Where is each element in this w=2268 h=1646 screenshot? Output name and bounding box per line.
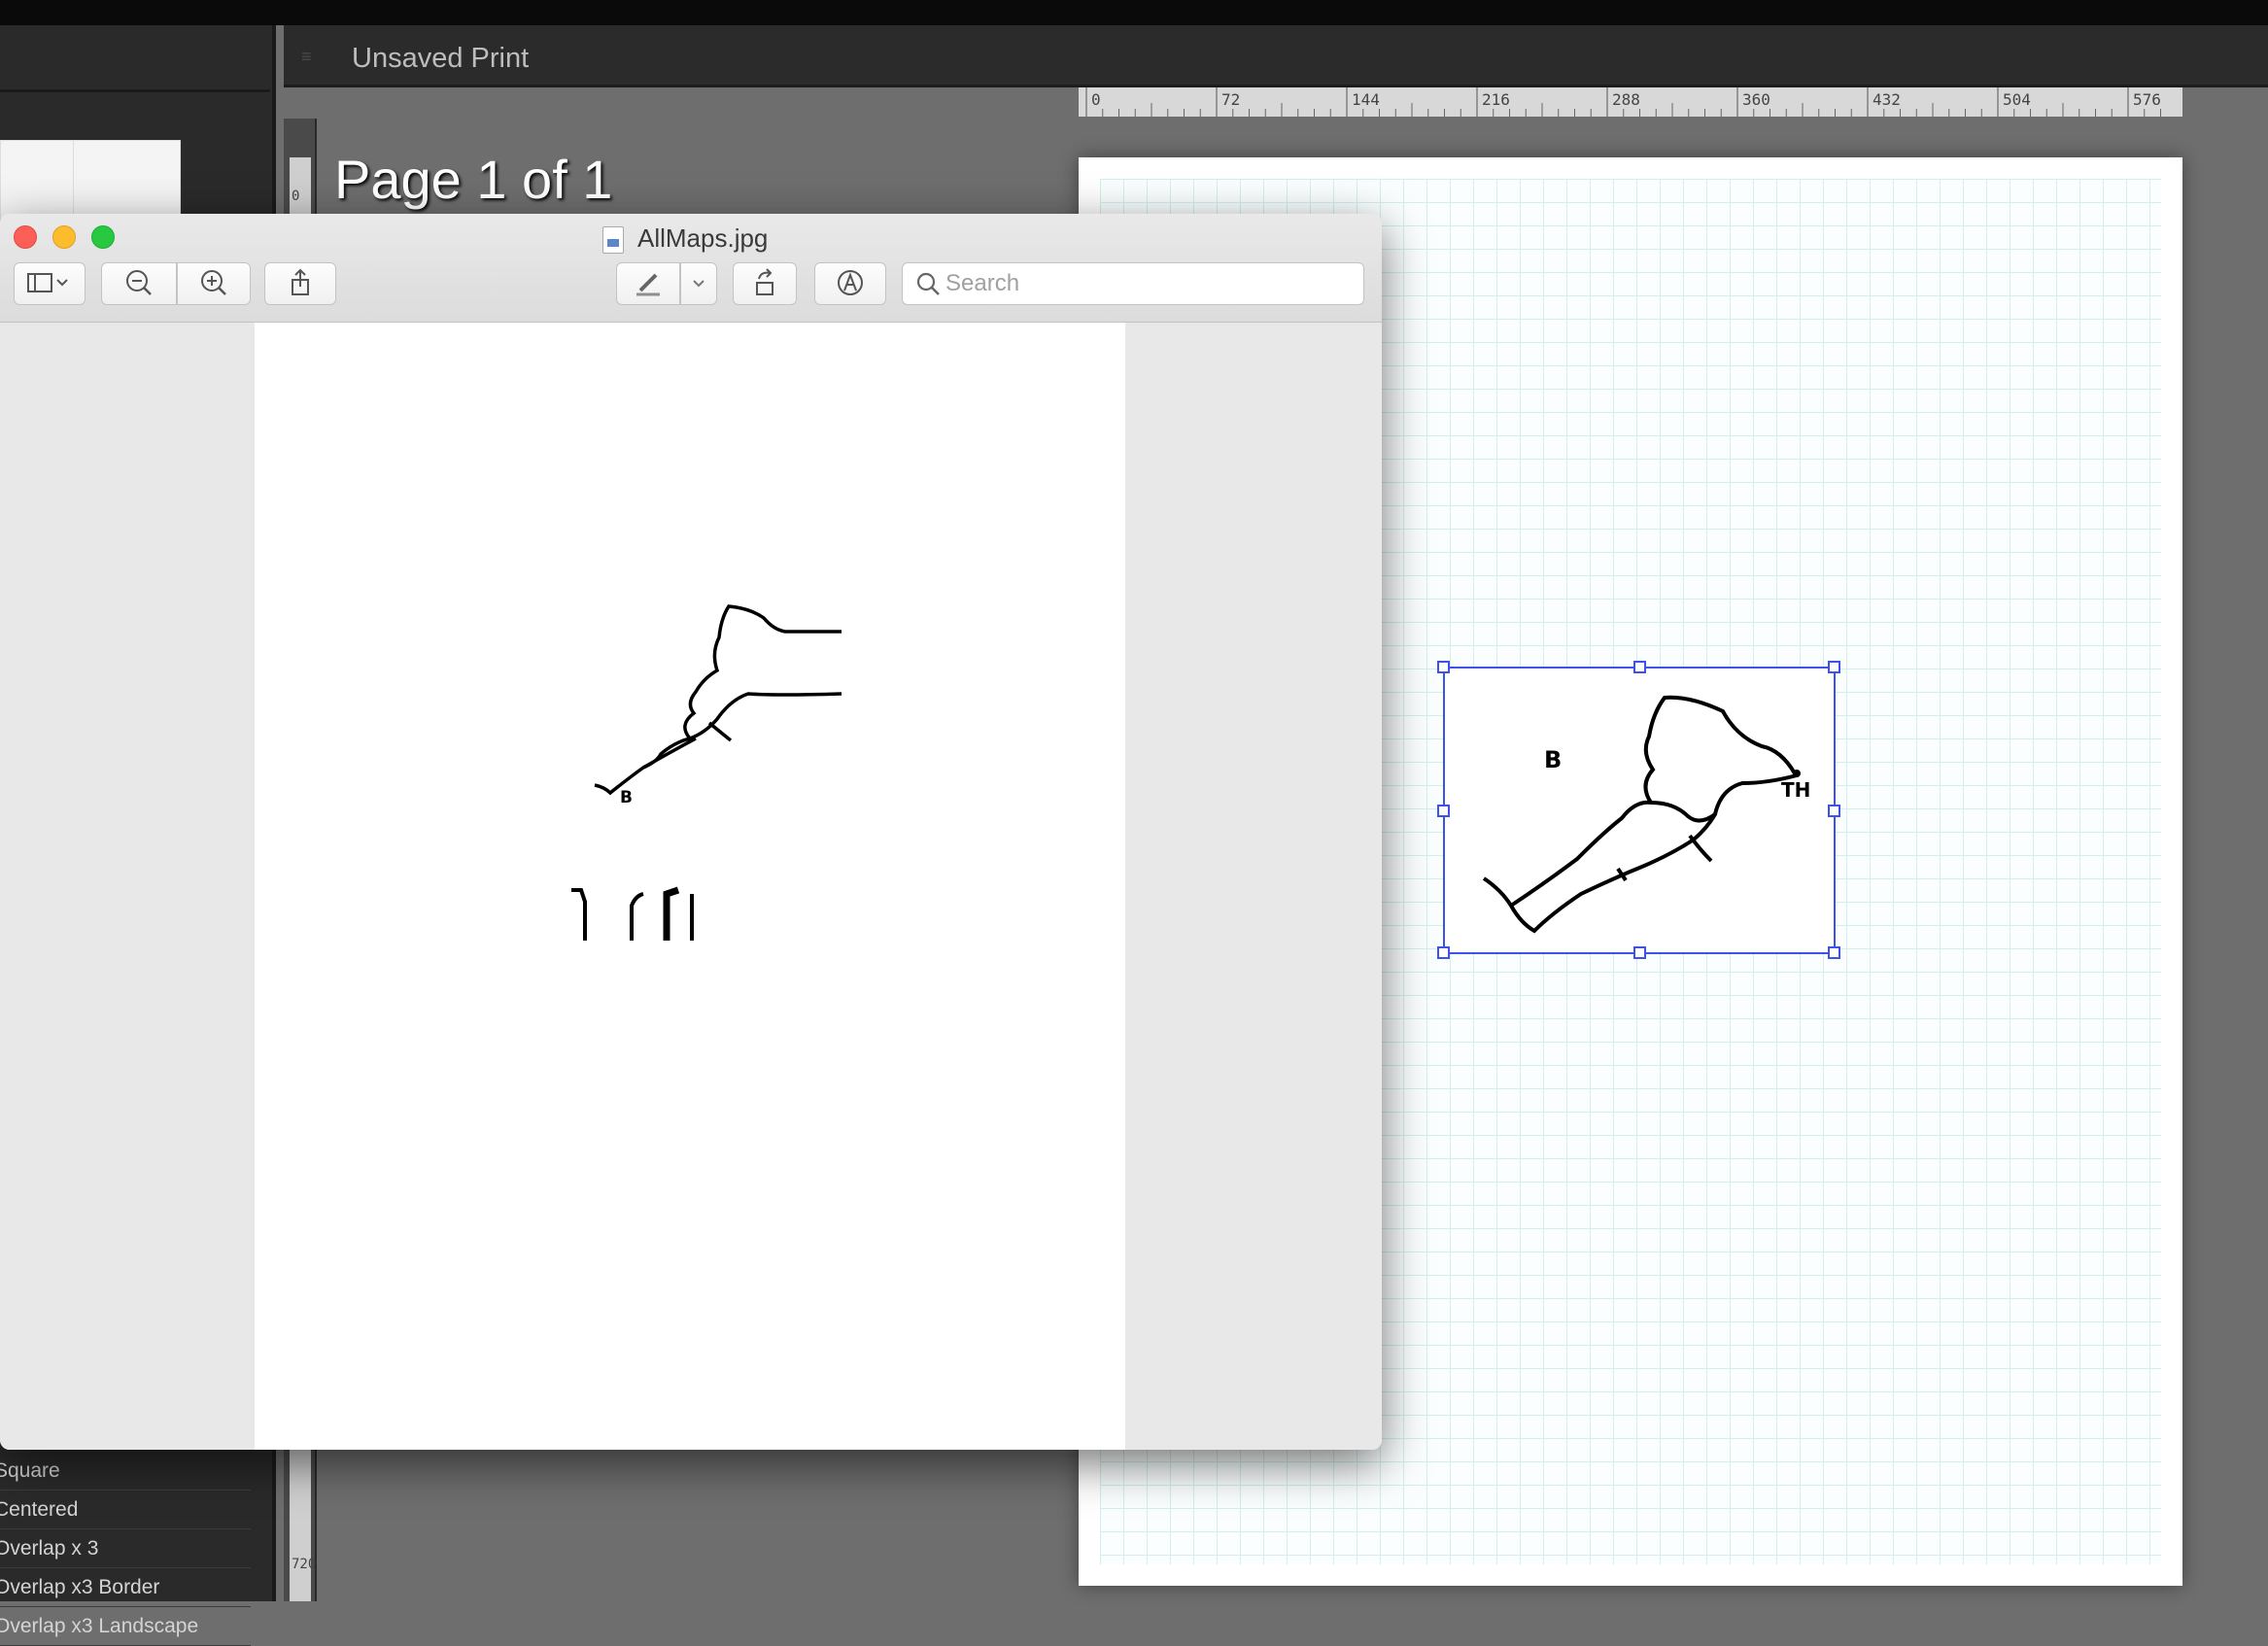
ruler-label: 432 (1873, 90, 1901, 109)
zoom-out-button[interactable] (101, 262, 177, 305)
map-label-th: TH (1781, 778, 1810, 802)
trail-map-image: B TH (1482, 695, 1810, 934)
map-trail (571, 888, 587, 941)
sidebar-icon (27, 273, 68, 292)
panel-grip-icon[interactable]: ≡ (301, 47, 321, 66)
resize-handle[interactable] (1828, 805, 1840, 817)
ruler-label: 144 (1352, 90, 1380, 109)
map-trail (594, 692, 842, 796)
map-trail (1688, 834, 1713, 863)
page-count-label: Page 1 of 1 (334, 149, 613, 210)
preview-document-area: B (0, 323, 1382, 1450)
ruler-label: 576 (2133, 90, 2161, 109)
preview-app-window[interactable]: AllMaps.jpg Search B (0, 214, 1382, 1450)
highlight-menu-button[interactable] (680, 262, 717, 305)
rotate-icon (756, 268, 773, 295)
resize-handle[interactable] (1633, 661, 1646, 673)
map-trail (683, 604, 842, 740)
panel-divider (0, 89, 270, 92)
map-trail (1643, 695, 1797, 805)
vertical-ruler-label: 0 (292, 189, 300, 204)
map-trail (1482, 773, 1798, 934)
zoom-out-icon (126, 270, 152, 295)
chevron-down-icon (693, 280, 704, 288)
document-title: Unsaved Print (352, 43, 530, 74)
ruler-label: 288 (1612, 90, 1640, 109)
resize-handle[interactable] (1437, 946, 1450, 959)
ruler-label: 504 (2003, 90, 2031, 109)
search-input[interactable] (945, 269, 1354, 298)
share-icon (292, 268, 309, 295)
template-item[interactable]: Overlap x 3 (0, 1529, 251, 1568)
zoom-in-button[interactable] (177, 262, 251, 305)
cropped-map-image: B (571, 604, 842, 941)
ruler-label: 0 (1091, 90, 1101, 109)
template-item[interactable]: Overlap x3 Landscape (0, 1607, 251, 1646)
ruler-label: 360 (1742, 90, 1770, 109)
photo-cell-selected[interactable]: B TH (1437, 661, 1840, 959)
resize-handle[interactable] (1828, 661, 1840, 673)
resize-handle[interactable] (1437, 661, 1450, 673)
template-item[interactable]: Overlap x3 Border (0, 1568, 251, 1607)
markup-pen-icon (838, 270, 863, 295)
image-file-icon (602, 226, 624, 254)
sidebar-toggle-button[interactable] (14, 262, 86, 305)
map-label-b: B (1544, 746, 1562, 773)
map-trail (663, 886, 680, 941)
menu-bar-strip (0, 0, 2268, 25)
document-title-bar: ≡ Unsaved Print (284, 25, 2268, 87)
search-icon (916, 272, 940, 295)
map-trail (630, 892, 644, 941)
image-canvas: B (255, 323, 1125, 1450)
preview-titlebar: AllMaps.jpg (0, 214, 1382, 323)
map-label-b: B (620, 788, 633, 807)
template-item[interactable]: Square (0, 1452, 251, 1491)
resize-handle[interactable] (1437, 805, 1450, 817)
horizontal-ruler: 0 72 144 216 288 360 432 504 576 (1079, 87, 2182, 117)
vertical-ruler-label: 720 (292, 1557, 317, 1572)
zoom-in-icon (201, 270, 226, 295)
share-button[interactable] (264, 262, 336, 305)
window-title: AllMaps.jpg (637, 223, 769, 253)
markup-button[interactable] (814, 262, 886, 305)
template-item[interactable]: Centered (0, 1491, 251, 1529)
map-point (1793, 770, 1801, 777)
highlight-pen-icon (636, 273, 660, 296)
minimize-button[interactable] (52, 225, 76, 249)
search-field[interactable] (902, 262, 1364, 305)
map-trail (707, 721, 733, 742)
map-trail (642, 737, 697, 770)
close-button[interactable] (14, 225, 37, 249)
zoom-button[interactable] (91, 225, 115, 249)
template-browser-list: Square Centered Overlap x 3 Overlap x3 B… (0, 1452, 251, 1646)
ruler-label: 216 (1482, 90, 1510, 109)
resize-handle[interactable] (1828, 946, 1840, 959)
ruler-label: 72 (1221, 90, 1240, 109)
map-trail (1509, 800, 1717, 908)
rotate-button[interactable] (733, 262, 797, 305)
highlight-button[interactable] (616, 262, 680, 305)
resize-handle[interactable] (1633, 946, 1646, 959)
